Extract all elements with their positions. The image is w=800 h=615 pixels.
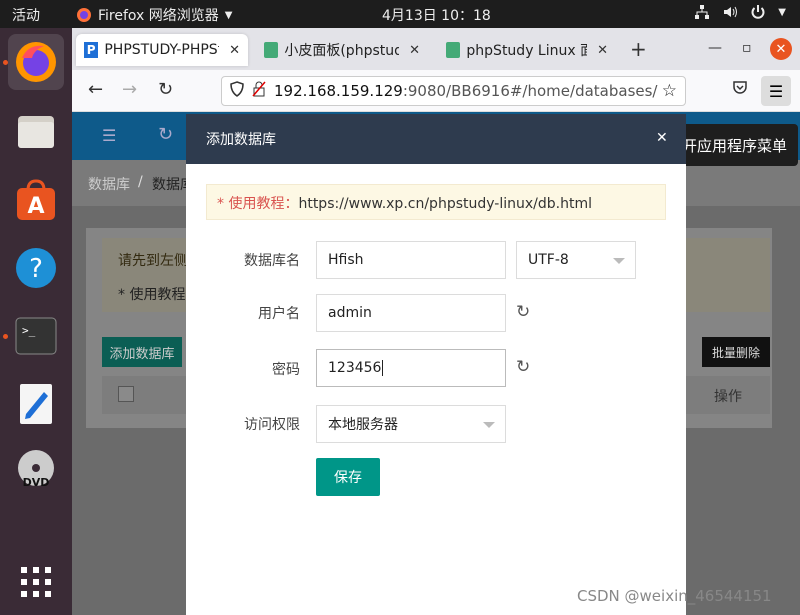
db-name-value: Hfish <box>328 252 364 268</box>
chevron-down-icon: ▼ <box>778 6 786 18</box>
system-top-bar: 活动 Firefox 网络浏览器 ▼ 4月13日 10：18 ▼ <box>0 0 800 28</box>
help-icon: ? <box>16 248 56 288</box>
username-input[interactable]: admin <box>316 294 506 332</box>
password-input[interactable]: 123456 <box>316 349 506 387</box>
dialog-title: 添加数据库 <box>186 114 686 164</box>
terminal-icon: >_ <box>15 317 57 355</box>
svg-text:?: ? <box>29 254 43 284</box>
reload-button[interactable]: ↻ <box>158 79 173 100</box>
text-editor-icon <box>20 384 52 424</box>
volume-icon <box>722 4 738 20</box>
add-database-dialog: 添加数据库 ✕ * 使用教程：https://www.xp.cn/phpstud… <box>186 114 686 615</box>
tab-label: 小皮面板(phpstudy <box>284 43 400 59</box>
close-icon[interactable]: ✕ <box>229 43 240 58</box>
url-path: :9080/BB6916#/home/databases/ <box>402 82 658 100</box>
dvd-icon: DVD <box>18 450 54 489</box>
firefox-icon <box>16 42 56 82</box>
tutorial-link[interactable]: https://www.xp.cn/phpstudy-linux/db.html <box>298 196 592 212</box>
breadcrumb-separator: / <box>138 174 143 190</box>
close-icon[interactable]: ✕ <box>656 130 668 146</box>
tip-prefix: * 使用教程： <box>217 196 299 212</box>
access-value: 本地服务器 <box>328 417 398 433</box>
access-label: 访问权限 <box>244 417 300 433</box>
tab-label: PHPSTUDY-PHPStu <box>104 42 219 58</box>
charset-value: UTF-8 <box>528 252 569 268</box>
firefox-small-icon <box>77 8 91 22</box>
col-actions-header: 操作 <box>714 389 742 405</box>
app-menu[interactable]: Firefox 网络浏览器 ▼ <box>76 5 233 25</box>
breadcrumb-root[interactable]: 数据库 <box>88 174 130 194</box>
watermark: CSDN @weixin_46544151 <box>577 587 772 605</box>
minimize-button[interactable]: — <box>708 40 722 56</box>
url-bar[interactable]: 192.168.159.129:9080/BB6916#/home/databa… <box>221 76 686 106</box>
dock-help[interactable]: ? <box>8 240 64 296</box>
pocket-icon[interactable] <box>732 79 748 99</box>
password-label: 密码 <box>272 362 300 378</box>
app-grid-icon <box>21 567 51 597</box>
dock-firefox[interactable] <box>8 34 64 90</box>
dock-text-editor[interactable] <box>8 376 64 432</box>
network-icon <box>694 4 710 20</box>
dock: A ? >_ DVD <box>0 28 72 615</box>
chevron-down-icon: ▼ <box>224 9 233 21</box>
db-name-input[interactable]: Hfish <box>316 241 506 279</box>
activities-button[interactable]: 活动 <box>12 5 40 25</box>
save-button[interactable]: 保存 <box>316 458 380 496</box>
svg-text:A: A <box>27 194 44 219</box>
tutorial-tip: * 使用教程：https://www.xp.cn/phpstudy-linux/… <box>206 184 666 220</box>
notice-line-2: * 使用教程 <box>118 287 186 303</box>
chevron-down-icon <box>483 422 495 428</box>
power-icon <box>750 4 766 20</box>
app-name: Firefox 网络浏览器 <box>98 8 219 24</box>
nav-bar: ← → ↻ 192.168.159.129:9080/BB6916#/home/… <box>72 70 800 112</box>
dock-show-apps[interactable] <box>8 554 64 610</box>
new-tab-button[interactable]: + <box>630 37 647 61</box>
tab-phpstudy-linux[interactable]: phpStudy Linux 面板 ✕ <box>438 34 616 66</box>
forward-button[interactable]: → <box>122 79 137 100</box>
text-cursor <box>382 360 384 376</box>
folder-icon <box>18 116 54 148</box>
hamburger-menu-icon[interactable]: ☰ <box>761 76 791 106</box>
dock-dvd[interactable]: DVD <box>8 442 64 498</box>
notice-line-1: 请先到左侧 <box>118 253 188 269</box>
clock[interactable]: 4月13日 10：18 <box>382 5 491 25</box>
username-value: admin <box>328 305 372 321</box>
phpstudy-favicon: P <box>84 42 99 58</box>
svg-text:>_: >_ <box>22 324 36 337</box>
window-close-button[interactable]: ✕ <box>770 38 792 60</box>
tab-bar: P PHPSTUDY-PHPStu ✕ 小皮面板(phpstudy ✕ phpS… <box>72 28 800 70</box>
back-button[interactable]: ← <box>88 79 103 100</box>
dock-terminal[interactable]: >_ <box>8 308 64 364</box>
maximize-button[interactable]: ▫ <box>742 40 752 56</box>
dock-files[interactable] <box>8 104 64 160</box>
menu-toggle-icon[interactable]: ☰ <box>102 126 116 145</box>
site-favicon <box>446 42 461 58</box>
tab-xiaopi[interactable]: 小皮面板(phpstudy ✕ <box>256 34 428 66</box>
bookmark-star-icon[interactable]: ☆ <box>662 81 677 101</box>
url-host: 192.168.159.129 <box>274 82 403 100</box>
username-label: 用户名 <box>258 306 300 322</box>
regenerate-username-icon[interactable]: ↻ <box>516 302 530 322</box>
insecure-lock-icon[interactable] <box>252 81 266 101</box>
refresh-icon[interactable]: ↻ <box>158 124 173 145</box>
charset-select[interactable]: UTF-8 <box>516 241 636 279</box>
tab-phpstudy[interactable]: P PHPSTUDY-PHPStu ✕ <box>76 34 248 66</box>
dock-software[interactable]: A <box>8 172 64 228</box>
site-favicon <box>264 42 279 58</box>
close-icon[interactable]: ✕ <box>597 43 608 58</box>
bulk-delete-button[interactable]: 批量删除 <box>702 337 770 367</box>
regenerate-password-icon[interactable]: ↻ <box>516 357 530 377</box>
select-all-checkbox[interactable] <box>118 386 134 402</box>
svg-text:DVD: DVD <box>23 476 50 489</box>
chevron-down-icon <box>613 258 625 264</box>
system-tray[interactable]: ▼ <box>694 4 786 20</box>
tab-label: phpStudy Linux 面板 <box>466 43 587 59</box>
store-icon: A <box>17 179 55 220</box>
shield-icon[interactable] <box>230 81 244 101</box>
close-icon[interactable]: ✕ <box>409 43 420 58</box>
password-value: 123456 <box>328 360 382 376</box>
db-name-label: 数据库名 <box>244 253 300 269</box>
add-database-button[interactable]: 添加数据库 <box>102 337 182 367</box>
access-select[interactable]: 本地服务器 <box>316 405 506 443</box>
